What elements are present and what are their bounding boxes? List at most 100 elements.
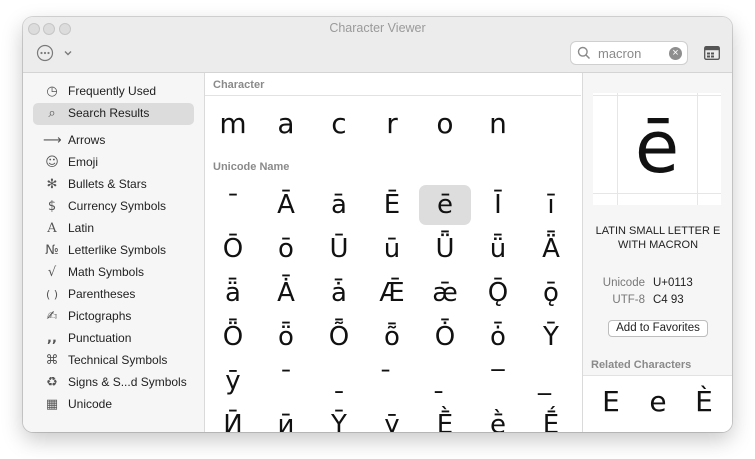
sidebar-item-math-symbols[interactable]: √ Math Symbols: [33, 262, 194, 284]
character-cell[interactable]: Ō: [207, 229, 259, 269]
character-cell[interactable]: ӣ: [260, 405, 312, 432]
character-cell[interactable]: Ȫ: [207, 317, 259, 357]
unicode-name-section-heading: Unicode Name: [213, 161, 290, 173]
sidebar-item-pictographs[interactable]: ✍ Pictographs: [33, 306, 194, 328]
character-cell[interactable]: Ǖ: [419, 229, 471, 269]
sidebar-item-unicode[interactable]: ▦ Unicode: [33, 394, 194, 416]
character-cell[interactable]: n: [472, 104, 524, 144]
selected-character-cell[interactable]: ē: [419, 185, 471, 225]
parentheses-icon: ( ): [45, 288, 59, 301]
utf8-label: UTF-8: [612, 294, 645, 306]
sidebar-item-frequently-used[interactable]: ◷ Frequently Used: [33, 81, 194, 103]
sidebar-toggle-icon[interactable]: [704, 46, 720, 60]
sidebar-item-label: Unicode: [68, 397, 113, 411]
sidebar-item-letterlike-symbols[interactable]: № Letterlike Symbols: [33, 240, 194, 262]
character-cell[interactable]: Ḕ: [419, 405, 471, 432]
character-cell[interactable]: ḕ: [472, 405, 524, 432]
character-viewer-window: Character Viewer macron × ◷ Frequently U…: [23, 17, 732, 432]
character-cell[interactable]: Ā: [260, 185, 312, 225]
sidebar-item-label: Bullets & Stars: [68, 177, 147, 191]
sidebar-item-bullets-stars[interactable]: ✻ Bullets & Stars: [33, 174, 194, 196]
character-cell[interactable]: ū: [366, 229, 418, 269]
sidebar-item-label: Latin: [68, 221, 95, 235]
sidebar-item-label: Currency Symbols: [68, 199, 167, 213]
sidebar-item-currency-symbols[interactable]: $ Currency Symbols: [33, 196, 194, 218]
sidebar-item-parentheses[interactable]: ( ) Parentheses: [33, 284, 194, 306]
character-cell[interactable]: ȳ: [366, 405, 418, 432]
character-cell[interactable]: ̱: [419, 361, 471, 401]
character-cell[interactable]: Ӣ: [207, 405, 259, 432]
sidebar-item-latin[interactable]: A Latin: [33, 218, 194, 240]
character-cell[interactable]: Ǡ: [260, 273, 312, 313]
add-to-favorites-button[interactable]: Add to Favorites: [608, 320, 708, 337]
character-cell[interactable]: ō: [260, 229, 312, 269]
character-cell[interactable]: Ḗ: [525, 405, 577, 432]
related-character[interactable]: E: [588, 382, 634, 422]
command-key-icon: ⌘: [45, 353, 59, 368]
utf8-value: C4 93: [653, 294, 684, 306]
sidebar-item-signs-symbols[interactable]: ♻ Signs & S...d Symbols: [33, 372, 194, 394]
clock-icon: ◷: [46, 84, 58, 99]
character-cell[interactable]: ǭ: [525, 273, 577, 313]
section-divider: [205, 95, 581, 96]
character-cell[interactable]: ȫ: [260, 317, 312, 357]
character-cell[interactable]: Ǣ: [366, 273, 418, 313]
character-cell[interactable]: ǡ: [313, 273, 365, 313]
character-cell[interactable]: Ȭ: [313, 317, 365, 357]
dollar-icon: $: [47, 199, 57, 214]
sidebar-item-label: Parentheses: [68, 287, 136, 301]
character-cell[interactable]: Ǟ: [525, 229, 577, 269]
character-cell[interactable]: ̲: [525, 361, 577, 401]
character-cell[interactable]: ‾: [472, 361, 524, 401]
search-input[interactable]: macron: [598, 46, 641, 61]
character-cell[interactable]: c: [313, 104, 365, 144]
square-root-icon: √: [47, 265, 57, 280]
more-options-icon[interactable]: [36, 44, 54, 62]
sidebar-item-label: Pictographs: [68, 309, 132, 323]
character-cell[interactable]: o: [419, 104, 471, 144]
character-cell[interactable]: ǣ: [419, 273, 471, 313]
character-cell[interactable]: ȭ: [366, 317, 418, 357]
character-cell[interactable]: Ī: [472, 185, 524, 225]
character-preview: ē: [593, 93, 721, 205]
unicode-grid-icon: ▦: [45, 397, 59, 412]
character-cell[interactable]: ˍ: [313, 361, 365, 401]
unicode-label: Unicode: [602, 277, 645, 289]
unicode-value: U+0113: [653, 277, 693, 289]
character-cell[interactable]: Ȳ: [313, 405, 365, 432]
search-icon: [577, 46, 591, 60]
character-cell[interactable]: Ȱ: [419, 317, 471, 357]
character-cell[interactable]: ā: [313, 185, 365, 225]
chevron-down-icon[interactable]: [63, 48, 73, 58]
character-cell[interactable]: ̄: [366, 361, 418, 401]
sidebar-item-label: Arrows: [68, 133, 106, 147]
clear-search-icon[interactable]: ×: [669, 47, 682, 60]
recycle-icon: ♻: [46, 375, 58, 390]
sidebar-item-arrows[interactable]: ⟶ Arrows: [33, 130, 194, 152]
search-field[interactable]: macron ×: [570, 41, 688, 65]
character-grid-panel: Character macron Unicode Name ¯ Āā Ēē Īī Ōō Ū…: [205, 73, 581, 432]
related-character[interactable]: È: [681, 382, 727, 422]
character-cell[interactable]: Ǭ: [472, 273, 524, 313]
related-character[interactable]: e: [635, 382, 681, 422]
numero-icon: №: [45, 243, 59, 258]
character-cell[interactable]: Ū: [313, 229, 365, 269]
character-cell[interactable]: ǖ: [472, 229, 524, 269]
character-cell[interactable]: Ē: [366, 185, 418, 225]
sidebar-item-technical-symbols[interactable]: ⌘ Technical Symbols: [33, 350, 194, 372]
sidebar-item-label: Search Results: [68, 106, 150, 120]
character-cell[interactable]: ī: [525, 185, 577, 225]
window-title: Character Viewer: [329, 21, 426, 35]
character-cell[interactable]: ȱ: [472, 317, 524, 357]
character-cell[interactable]: m: [207, 104, 259, 144]
character-cell[interactable]: ǟ: [207, 273, 259, 313]
character-cell[interactable]: a: [260, 104, 312, 144]
character-cell[interactable]: ȳ: [207, 361, 259, 401]
sidebar-item-emoji[interactable]: ☺ Emoji: [33, 152, 194, 174]
character-cell[interactable]: Ȳ: [525, 317, 577, 357]
character-cell[interactable]: ˉ: [260, 361, 312, 401]
sidebar-item-punctuation[interactable]: ,, Punctuation: [33, 328, 194, 350]
sidebar-item-search-results[interactable]: ⌕ Search Results: [33, 103, 194, 125]
character-cell[interactable]: ¯: [207, 185, 259, 225]
character-cell[interactable]: r: [366, 104, 418, 144]
